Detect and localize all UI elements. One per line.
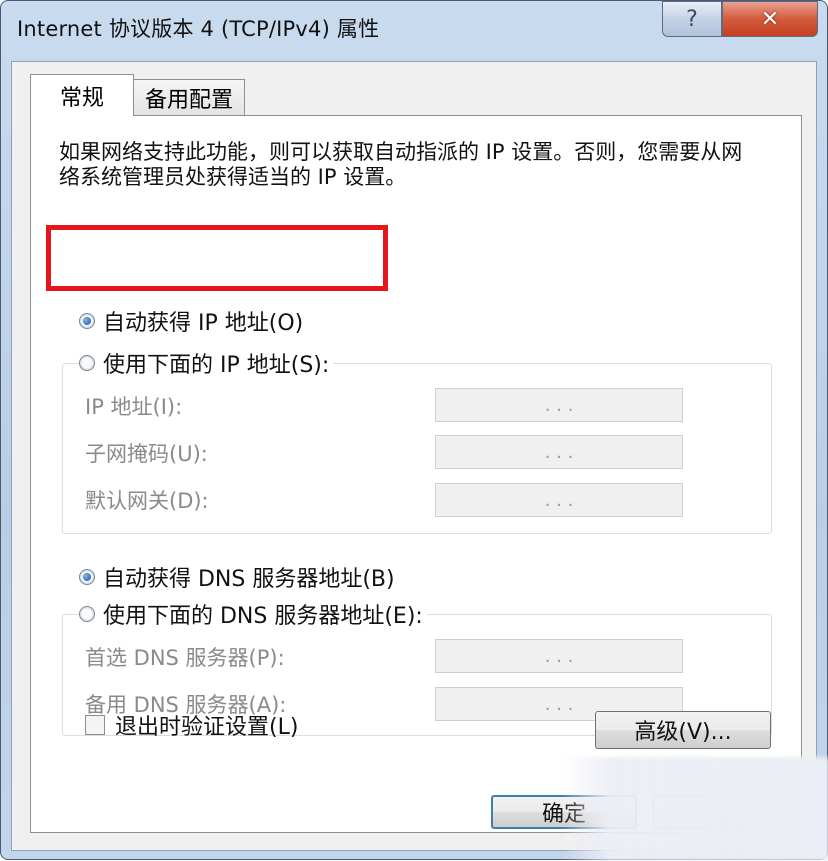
auto-dns-radio[interactable]: 自动获得 DNS 服务器地址(B) — [79, 561, 399, 593]
radio-unchecked-icon — [79, 606, 95, 622]
checkbox-unchecked-icon — [85, 715, 105, 735]
manual-dns-radio[interactable]: 使用下面的 DNS 服务器地址(E): — [79, 598, 427, 630]
dialog-window: Internet 协议版本 4 (TCP/IPv4) 属性 ? ✕ 常规 备用配… — [0, 0, 828, 861]
ip-address-label: IP 地址(I): — [85, 395, 183, 419]
manual-ip-radio[interactable]: 使用下面的 IP 地址(S): — [79, 347, 334, 379]
advanced-button[interactable]: 高级(V)... — [595, 711, 771, 749]
alternate-dns-value: . . . — [544, 693, 574, 715]
help-button[interactable]: ? — [662, 1, 722, 37]
tab-general[interactable]: 常规 — [30, 74, 134, 116]
radio-checked-icon — [79, 569, 95, 585]
auto-ip-label: 自动获得 IP 地址(O) — [103, 311, 304, 336]
watermark-blur — [561, 757, 828, 861]
preferred-dns-label: 首选 DNS 服务器(P): — [85, 646, 285, 670]
subnet-mask-field: . . . — [435, 435, 683, 469]
preferred-dns-value: . . . — [544, 645, 574, 667]
preferred-dns-field: . . . — [435, 639, 683, 673]
subnet-mask-value: . . . — [544, 441, 574, 463]
auto-ip-radio[interactable]: 自动获得 IP 地址(O) — [79, 305, 308, 337]
close-button[interactable]: ✕ — [722, 1, 818, 37]
subnet-mask-label: 子网掩码(U): — [85, 442, 208, 466]
default-gateway-field: . . . — [435, 483, 683, 517]
tab-alternate-configuration[interactable]: 备用配置 — [133, 79, 245, 115]
ip-address-value: . . . — [544, 394, 574, 416]
validate-on-exit-checkbox[interactable]: 退出时验证设置(L) — [85, 709, 298, 741]
default-gateway-label: 默认网关(D): — [85, 489, 209, 513]
help-icon: ? — [686, 6, 698, 32]
validate-on-exit-label: 退出时验证设置(L) — [115, 715, 299, 740]
manual-ip-label: 使用下面的 IP 地址(S): — [103, 353, 330, 378]
radio-unchecked-icon — [79, 355, 95, 371]
default-gateway-value: . . . — [544, 489, 574, 511]
highlight-box — [46, 225, 388, 291]
auto-dns-label: 自动获得 DNS 服务器地址(B) — [103, 567, 395, 592]
manual-dns-label: 使用下面的 DNS 服务器地址(E): — [103, 604, 423, 629]
description-text: 如果网络支持此功能，则可以获取自动指派的 IP 设置。否则，您需要从网络系统管理… — [59, 140, 743, 189]
ip-address-field: . . . — [435, 388, 683, 422]
close-icon: ✕ — [760, 6, 780, 32]
radio-checked-icon — [79, 313, 95, 329]
window-title: Internet 协议版本 4 (TCP/IPv4) 属性 — [17, 17, 380, 41]
